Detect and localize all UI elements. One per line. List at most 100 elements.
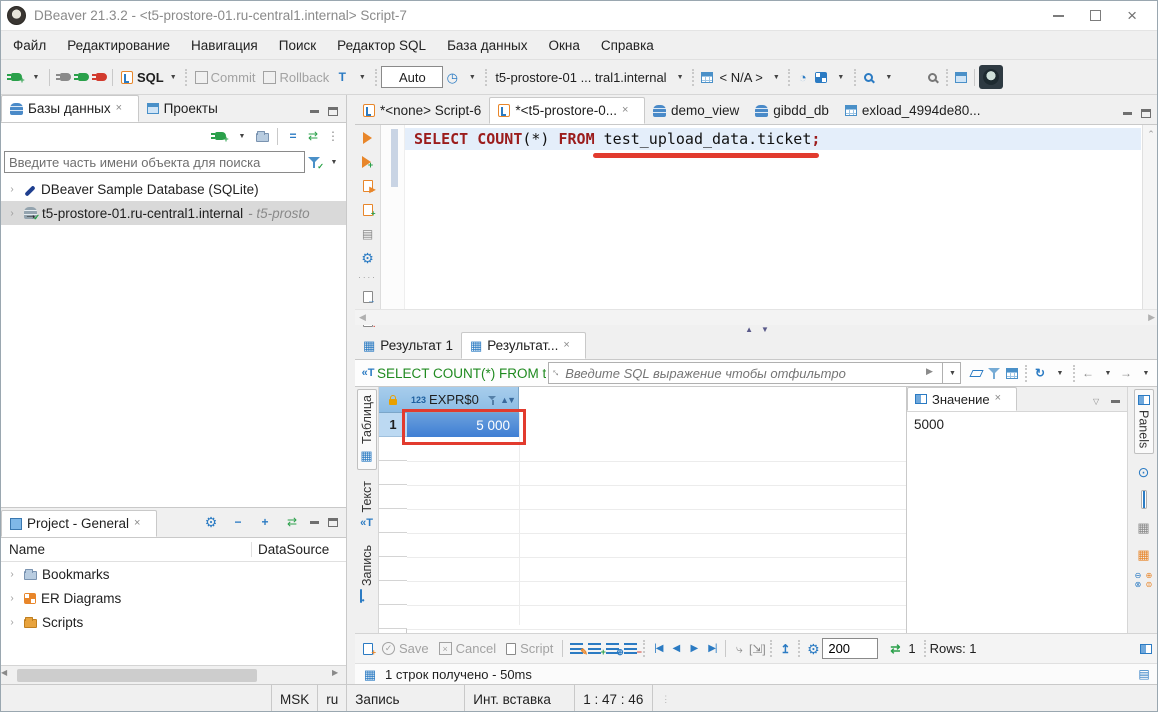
expand-all-icon[interactable] [256, 513, 274, 531]
edit-mode-status[interactable]: Запись [346, 685, 464, 712]
new-connection-dropdown-icon[interactable] [27, 68, 45, 86]
database-selector[interactable]: < N/A > [716, 65, 784, 89]
filter-expression-input[interactable] [565, 366, 926, 381]
collapse-all-icon[interactable] [229, 513, 247, 531]
edit-cell-icon[interactable]: ✎ [567, 640, 585, 658]
execute-script-icon[interactable]: ▶ [359, 177, 377, 195]
menu-help[interactable]: Справка [601, 38, 654, 53]
new-connection-icon[interactable]: + [7, 68, 25, 86]
script-button[interactable]: Script [501, 641, 558, 656]
close-tab-icon[interactable] [134, 517, 148, 531]
duplicate-row-icon[interactable]: ⊕ [603, 640, 621, 658]
menu-search[interactable]: Поиск [279, 38, 316, 53]
sql-statement[interactable]: SELECT COUNT(*) FROM test_upload_data.ti… [414, 130, 820, 148]
transaction-log-icon[interactable] [443, 68, 461, 86]
view-tab-grid[interactable]: Таблица [357, 389, 377, 470]
execute-script-new-icon[interactable]: + [359, 201, 377, 219]
scroll-left-icon[interactable] [1, 668, 15, 682]
aggregate-panel-icon[interactable]: ⊖⊕⊗⊜ [1133, 572, 1154, 589]
menu-file[interactable]: Файл [13, 38, 46, 53]
object-search-input[interactable] [4, 151, 305, 173]
back-dropdown-icon[interactable] [1099, 364, 1117, 382]
menu-sql-editor[interactable]: Редактор SQL [337, 38, 426, 53]
expand-chevron-icon[interactable]: › [5, 208, 19, 219]
commit-button[interactable]: Commit [191, 70, 260, 85]
caret-position-status[interactable]: 1 : 47 : 46 [574, 685, 652, 712]
expand-chevron-icon[interactable]: › [5, 593, 19, 604]
export-results-icon[interactable] [776, 640, 794, 658]
new-connection-icon[interactable]: + [211, 127, 229, 145]
tab-result-2[interactable]: Результат... [461, 332, 586, 359]
minimize-view-icon[interactable] [310, 521, 319, 524]
previous-row-icon[interactable] [667, 640, 685, 658]
tab-exload[interactable]: exload_4994de80... [837, 97, 989, 124]
collapse-all-icon[interactable]: = [284, 127, 302, 145]
minimize-view-icon[interactable] [310, 110, 319, 113]
tab-result-1[interactable]: Результат 1 [355, 332, 461, 359]
reconnect-icon[interactable] [72, 68, 90, 86]
refresh-dropdown-icon[interactable] [1051, 364, 1069, 382]
connection-selector[interactable]: t5-prostore-01 ... tral1.internal [491, 65, 687, 89]
expand-filter-icon[interactable] [551, 366, 565, 380]
project-settings-icon[interactable] [202, 513, 220, 531]
results-settings-icon[interactable] [804, 640, 822, 658]
dashboard-icon[interactable] [794, 68, 812, 86]
close-tab-icon[interactable] [563, 339, 577, 353]
navigate-back-icon[interactable] [1079, 364, 1097, 382]
scrollbar-thumb[interactable] [17, 669, 257, 682]
connect-icon[interactable] [54, 68, 72, 86]
tree-item-sample-database[interactable]: › DBeaver Sample Database (SQLite) [1, 177, 346, 201]
rollback-button[interactable]: Rollback [259, 70, 333, 85]
tree-item-scripts[interactable]: › Scripts [1, 610, 346, 634]
value-panel-toggle-icon[interactable] [1141, 490, 1147, 509]
tab-projects[interactable]: Проекты [139, 95, 226, 122]
filter-objects-icon[interactable]: ✓ [305, 153, 323, 171]
tab-databases[interactable]: Базы данных [1, 95, 139, 122]
forward-dropdown-icon[interactable] [1137, 364, 1155, 382]
grid-corner-icon[interactable]: + [359, 640, 377, 658]
timezone-status[interactable]: MSK [271, 685, 317, 712]
column-sort-icon[interactable]: ▲▼ [500, 395, 514, 405]
sql-editor-button[interactable]: SQL [117, 70, 181, 85]
close-tab-icon[interactable] [995, 392, 1009, 406]
navigate-forward-icon[interactable] [1117, 364, 1135, 382]
last-row-icon[interactable] [703, 640, 721, 658]
tab-demo-view[interactable]: demo_view [645, 97, 747, 124]
maximize-window-icon[interactable] [1090, 10, 1101, 21]
editor-horizontal-scrollbar[interactable] [355, 309, 1158, 325]
search-dropdown-icon[interactable] [880, 68, 898, 86]
column-name[interactable]: Name [1, 542, 251, 557]
connection-dropdown-icon[interactable] [233, 127, 251, 145]
execute-new-tab-icon[interactable]: + [359, 153, 377, 171]
link-with-editor-icon[interactable] [283, 513, 301, 531]
filter-settings-icon[interactable] [985, 364, 1003, 382]
maximize-view-icon[interactable] [1141, 109, 1151, 118]
save-button[interactable]: ✓Save [377, 641, 434, 656]
refresh-count-icon[interactable] [886, 640, 904, 658]
tab-value[interactable]: Значение [907, 387, 1017, 411]
menu-windows[interactable]: Окна [548, 38, 579, 53]
scroll-right-icon[interactable] [332, 668, 346, 682]
close-tab-icon[interactable] [116, 102, 130, 116]
network-dropdown-icon[interactable] [832, 68, 850, 86]
tab-script-6[interactable]: *<none> Script-6 [355, 97, 489, 124]
scroll-left-icon[interactable] [359, 312, 366, 323]
tree-item-er-diagrams[interactable]: › ER Diagrams [1, 586, 346, 610]
refresh-results-icon[interactable] [1031, 364, 1049, 382]
apply-filter-icon[interactable] [926, 366, 940, 380]
explain-plan-icon[interactable] [359, 225, 377, 243]
auto-commit-combo[interactable]: Auto [381, 66, 443, 88]
close-window-icon[interactable]: × [1127, 10, 1137, 21]
editor-vertical-scrollbar[interactable]: ⌃ [1142, 125, 1158, 309]
first-row-icon[interactable] [649, 640, 667, 658]
add-row-icon[interactable]: + [585, 640, 603, 658]
dbeaver-perspective-icon[interactable] [979, 65, 1003, 89]
language-status[interactable]: ru [317, 685, 346, 712]
insert-mode-status[interactable]: Инт. вставка [464, 685, 574, 712]
expand-chevron-icon[interactable]: › [5, 617, 19, 628]
clear-filter-icon[interactable] [967, 364, 985, 382]
network-profile-icon[interactable] [812, 68, 830, 86]
panel-menu-icon[interactable]: ▽ [1093, 397, 1107, 411]
toggle-panels-icon[interactable] [1137, 640, 1155, 658]
quick-access-search-icon[interactable] [924, 68, 942, 86]
